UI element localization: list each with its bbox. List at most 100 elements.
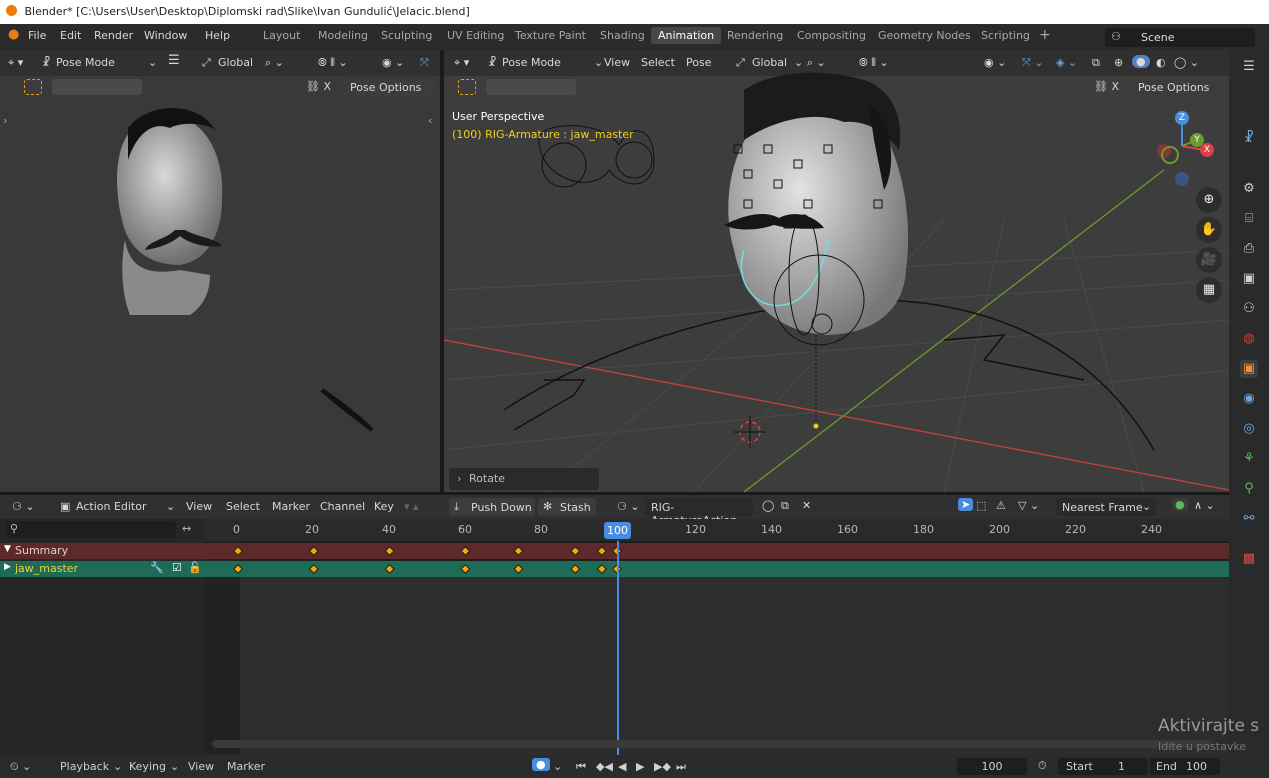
- summary-keyframe[interactable]: [513, 546, 524, 556]
- menu-view[interactable]: View: [186, 500, 212, 513]
- editor-type-icon[interactable]: ⚆ ⌄: [12, 500, 35, 513]
- next-keyframe-icon[interactable]: ▶◆: [654, 760, 671, 773]
- chevron-down-icon[interactable]: ⌄: [553, 760, 562, 773]
- render-icon[interactable]: ⌸: [1240, 210, 1258, 228]
- summary-keyframe[interactable]: [308, 546, 319, 556]
- tab-uv-editing[interactable]: UV Editing: [447, 29, 504, 42]
- falloff-icon[interactable]: ∧ ⌄: [1194, 499, 1215, 512]
- tab-modeling[interactable]: Modeling: [318, 29, 368, 42]
- channel-keyframe[interactable]: [460, 564, 471, 574]
- menu-channel[interactable]: Channel: [320, 500, 365, 513]
- menu-render[interactable]: Render: [94, 29, 133, 42]
- add-workspace-icon[interactable]: +: [1039, 27, 1051, 43]
- tab-layout[interactable]: Layout: [263, 29, 300, 42]
- tab-scripting[interactable]: Scripting: [981, 29, 1030, 42]
- ortho-grid-icon[interactable]: ▦: [1196, 277, 1222, 303]
- blender-menu-icon[interactable]: ●: [8, 27, 19, 42]
- expand-icon[interactable]: ▼: [4, 544, 11, 554]
- left-viewport[interactable]: ⌖ ▾ ☧ Pose Mode ⌄ ☰ ⤢ Global ⌕ ⌄ ⦾ ⫴ ⌄ ◉…: [0, 50, 440, 492]
- menu-marker[interactable]: Marker: [272, 500, 310, 513]
- keying-menu[interactable]: Keying: [129, 760, 166, 773]
- bone-icon[interactable]: ⚯: [1240, 510, 1258, 528]
- tab-rendering[interactable]: Rendering: [727, 29, 783, 42]
- editor-type-icon[interactable]: ⏲ ⌄: [10, 760, 31, 774]
- stopwatch-icon[interactable]: ⏱: [1038, 759, 1047, 773]
- summary-keyframe[interactable]: [233, 546, 243, 556]
- keyframe-markers[interactable]: [205, 541, 1229, 577]
- object-icon[interactable]: ▣: [1240, 360, 1258, 378]
- keyframe-layer[interactable]: [205, 541, 1229, 577]
- summary-keyframe[interactable]: [384, 546, 395, 556]
- tab-compositing[interactable]: Compositing: [797, 29, 866, 42]
- last-operator-panel[interactable]: › Rotate: [449, 468, 599, 490]
- summary-keyframe[interactable]: [460, 546, 471, 556]
- scene-selector[interactable]: ⚇ Scene: [1105, 28, 1255, 47]
- summary-keyframe[interactable]: [596, 546, 607, 556]
- texture-icon[interactable]: ▩: [1240, 550, 1258, 568]
- channel-keyframe[interactable]: [596, 564, 607, 574]
- tab-shading[interactable]: Shading: [600, 29, 645, 42]
- tab-texture-paint[interactable]: Texture Paint: [515, 29, 586, 42]
- menu-select[interactable]: Select: [226, 500, 260, 513]
- hidden-channels-icon[interactable]: ⬚: [976, 499, 986, 512]
- layer-arrows-icon[interactable]: ▾ ▴: [404, 500, 419, 513]
- zoom-icon[interactable]: ⊕: [1196, 187, 1222, 213]
- outliner-icon[interactable]: ☰: [1240, 58, 1258, 76]
- armature-icon[interactable]: ☧: [1240, 130, 1258, 148]
- push-down-button[interactable]: ⤓ Push Down: [449, 498, 535, 516]
- new-action-icon[interactable]: ⧉: [781, 499, 789, 513]
- main-viewport[interactable]: ⌖ ▾ ☧ Pose Mode ⌄ View Select Pose ⤢ Glo…: [444, 50, 1229, 492]
- marker-menu[interactable]: Marker: [227, 760, 265, 773]
- view-layer-icon[interactable]: ▣: [1240, 270, 1258, 288]
- tab-animation[interactable]: Animation: [651, 27, 722, 44]
- output-icon[interactable]: ⎙: [1240, 240, 1258, 258]
- action-name-field[interactable]: RIG-ArmatureAction: [645, 498, 753, 527]
- jump-start-icon[interactable]: ⏮: [576, 760, 586, 774]
- channel-keyframe[interactable]: [308, 564, 319, 574]
- dopesheet-area[interactable]: [205, 577, 1229, 755]
- stash-button[interactable]: ✻ Stash: [538, 498, 596, 516]
- scene-props-icon[interactable]: ⚇: [1240, 300, 1258, 318]
- sidebar-toggle-icon[interactable]: ‹: [428, 114, 432, 127]
- camera-view-icon[interactable]: 🎥: [1196, 247, 1222, 273]
- fake-user-icon[interactable]: ◯: [762, 499, 774, 512]
- tab-sculpting[interactable]: Sculpting: [381, 29, 432, 42]
- menu-window[interactable]: Window: [144, 29, 187, 42]
- editor-mode-dropdown[interactable]: Action Editor: [76, 500, 147, 513]
- menu-key[interactable]: Key: [374, 500, 394, 513]
- playhead-line[interactable]: [617, 541, 619, 755]
- gizmo-x-icon[interactable]: X: [1200, 143, 1214, 157]
- tab-geometry-nodes[interactable]: Geometry Nodes: [878, 29, 971, 42]
- action-browse-icon[interactable]: ⚆ ⌄: [617, 500, 640, 513]
- navigation-gizmo[interactable]: Z Y X: [1142, 106, 1222, 186]
- channel-keyframe[interactable]: [570, 564, 581, 574]
- pan-hand-icon[interactable]: ✋: [1196, 217, 1222, 243]
- menu-help[interactable]: Help: [205, 29, 230, 42]
- current-frame-indicator[interactable]: 100: [604, 522, 631, 539]
- errors-icon[interactable]: ⚠: [996, 499, 1006, 512]
- jump-end-icon[interactable]: ⏭: [676, 760, 686, 774]
- unlink-action-icon[interactable]: ✕: [802, 499, 811, 512]
- modifier-icon[interactable]: ◉: [1240, 390, 1258, 408]
- wrench-icon[interactable]: 🔧: [150, 561, 164, 574]
- record-icon[interactable]: ●: [532, 758, 550, 771]
- only-selected-icon[interactable]: ➤: [958, 498, 974, 511]
- play-reverse-icon[interactable]: ◀: [618, 760, 626, 773]
- channel-keyframe[interactable]: [513, 564, 524, 574]
- playback-menu[interactable]: Playback: [60, 760, 109, 773]
- menu-edit[interactable]: Edit: [60, 29, 81, 42]
- menu-file[interactable]: File: [28, 29, 46, 42]
- expand-icon[interactable]: ▶: [4, 562, 11, 572]
- physics-icon[interactable]: ◎: [1240, 420, 1258, 438]
- swap-icon[interactable]: ↔: [182, 522, 191, 535]
- filter-icon[interactable]: ▽ ⌄: [1018, 499, 1039, 512]
- view-menu[interactable]: View: [188, 760, 214, 773]
- channel-keyframe[interactable]: [233, 564, 243, 574]
- end-frame-field[interactable]: End 100: [1150, 758, 1220, 775]
- start-frame-field[interactable]: Start 1: [1058, 758, 1148, 775]
- play-icon[interactable]: ▶: [636, 760, 644, 773]
- toolbar-toggle-icon[interactable]: ›: [3, 114, 7, 127]
- channel-keyframe[interactable]: [384, 564, 395, 574]
- horizontal-scrollbar[interactable]: [212, 740, 1212, 748]
- channel-search-input[interactable]: [6, 521, 176, 538]
